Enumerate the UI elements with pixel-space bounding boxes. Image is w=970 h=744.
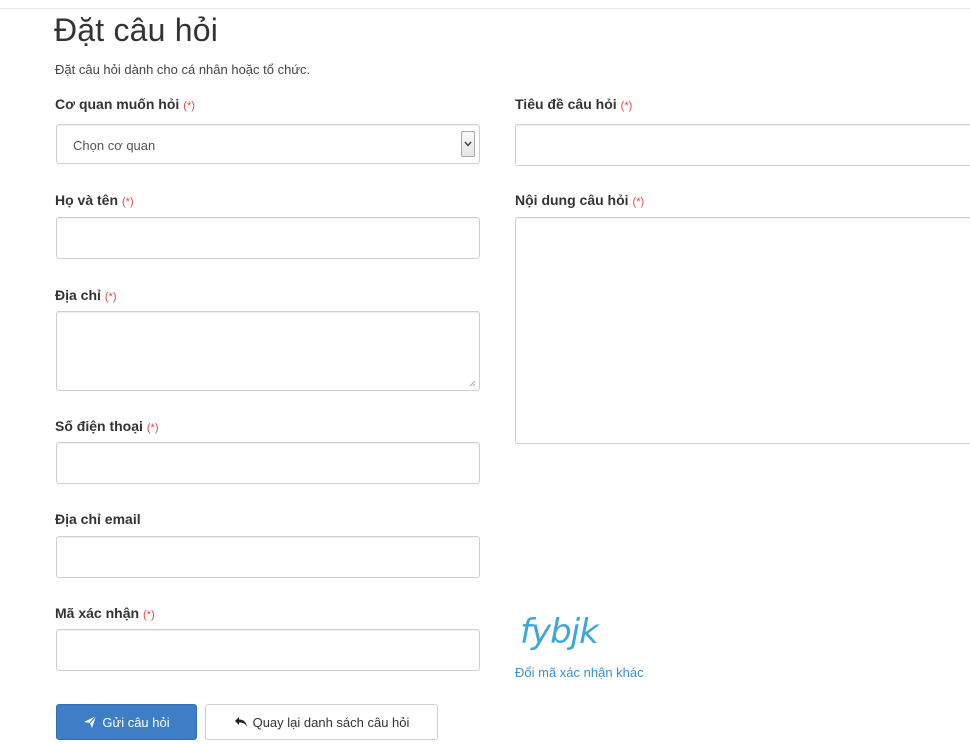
captcha-image: fybjk xyxy=(520,612,599,652)
question-title-label: Tiêu đề câu hỏi (*) xyxy=(515,96,632,112)
required-marker: (*) xyxy=(183,100,195,112)
full-name-field[interactable] xyxy=(56,217,480,259)
top-divider xyxy=(0,8,970,9)
required-marker: (*) xyxy=(143,609,155,621)
back-button-label: Quay lại danh sách câu hỏi xyxy=(252,714,410,730)
question-title-field[interactable] xyxy=(515,124,970,166)
address-label-text: Địa chỉ xyxy=(55,287,101,303)
captcha-field[interactable] xyxy=(56,629,480,671)
agency-label: Cơ quan muốn hỏi (*) xyxy=(55,96,195,112)
required-marker: (*) xyxy=(122,196,134,208)
agency-select-value: Chọn cơ quan xyxy=(73,138,156,153)
phone-label-text: Số điện thoại xyxy=(55,418,143,434)
required-marker: (*) xyxy=(632,196,645,208)
question-title-label-text: Tiêu đề câu hỏi xyxy=(515,96,617,112)
page-title: Đặt câu hỏi xyxy=(54,12,219,48)
required-marker: (*) xyxy=(146,422,159,434)
chevron-down-icon[interactable] xyxy=(461,131,475,157)
captcha-label-text: Mã xác nhận xyxy=(55,605,140,621)
email-label-text: Địa chỉ email xyxy=(55,511,141,527)
question-content-textarea[interactable] xyxy=(515,217,970,444)
address-label: Địa chỉ (*) xyxy=(55,287,117,303)
phone-label: Số điện thoại (*) xyxy=(55,418,159,434)
full-name-label: Họ và tên (*) xyxy=(55,192,134,208)
email-field[interactable] xyxy=(56,536,480,578)
question-content-label-text: Nội dung câu hỏi xyxy=(515,192,629,208)
full-name-label-text: Họ và tên xyxy=(55,192,119,208)
agency-select[interactable]: Chọn cơ quan xyxy=(56,124,480,164)
required-marker: (*) xyxy=(104,291,117,303)
agency-label-text: Cơ quan muốn hỏi xyxy=(55,96,180,112)
required-marker: (*) xyxy=(620,100,633,112)
resize-grip-icon[interactable] xyxy=(468,379,476,387)
phone-field[interactable] xyxy=(56,442,480,484)
reply-icon xyxy=(234,717,247,727)
send-icon xyxy=(84,715,97,728)
address-textarea[interactable] xyxy=(56,311,480,391)
submit-button[interactable]: Gửi câu hỏi xyxy=(56,704,197,740)
back-to-list-button[interactable]: Quay lại danh sách câu hỏi xyxy=(205,704,438,740)
captcha-label: Mã xác nhận (*) xyxy=(55,605,155,621)
refresh-captcha-link[interactable]: Đổi mã xác nhận khác xyxy=(515,665,644,680)
page-subtitle: Đặt câu hỏi dành cho cá nhân hoặc tổ chứ… xyxy=(55,62,311,77)
email-label: Địa chỉ email xyxy=(55,511,141,527)
submit-button-label: Gửi câu hỏi xyxy=(102,714,170,730)
question-content-label: Nội dung câu hỏi (*) xyxy=(515,192,644,208)
